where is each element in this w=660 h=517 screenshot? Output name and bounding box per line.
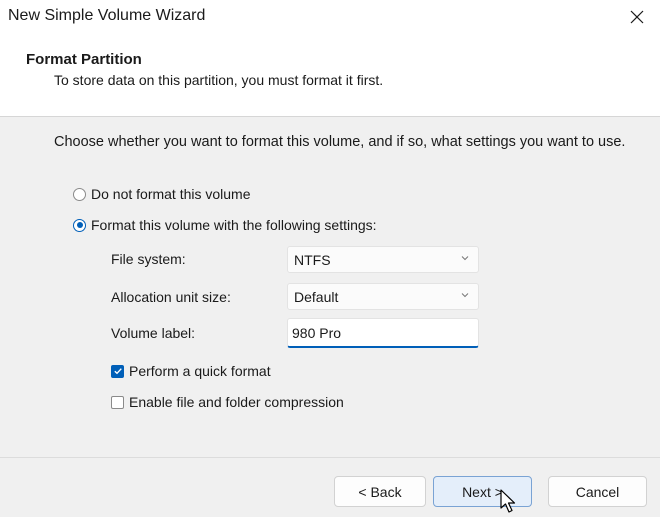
next-button[interactable]: Next >: [433, 476, 532, 507]
quick-format-checkbox-row[interactable]: Perform a quick format: [111, 363, 271, 379]
back-button[interactable]: < Back: [334, 476, 426, 507]
volume-label-label: Volume label:: [111, 325, 196, 341]
allocation-unit-value: Default: [294, 289, 339, 305]
radio-button-unchecked[interactable]: [73, 187, 86, 201]
file-system-value: NTFS: [294, 252, 331, 268]
wizard-footer: < Back Next > Cancel: [0, 457, 660, 517]
file-system-label: File system:: [111, 251, 186, 267]
wizard-header: Format Partition To store data on this p…: [0, 34, 660, 117]
chevron-down-icon: [461, 256, 469, 261]
radio-format-volume[interactable]: Format this volume with the following se…: [73, 217, 377, 233]
instruction-text: Choose whether you want to format this v…: [54, 134, 626, 150]
radio-button-checked[interactable]: [73, 218, 86, 232]
chevron-down-icon: [461, 293, 469, 298]
cancel-button[interactable]: Cancel: [548, 476, 647, 507]
wizard-body: Choose whether you want to format this v…: [0, 117, 660, 457]
file-system-dropdown[interactable]: NTFS: [287, 246, 479, 273]
quick-format-checkbox[interactable]: [111, 364, 124, 378]
allocation-unit-dropdown[interactable]: Default: [287, 283, 479, 310]
title-bar: New Simple Volume Wizard: [0, 0, 660, 34]
compression-checkbox-row[interactable]: Enable file and folder compression: [111, 394, 344, 410]
close-icon: [630, 10, 644, 24]
radio-label: Do not format this volume: [91, 186, 251, 202]
page-title: Format Partition: [26, 51, 142, 68]
volume-label-input[interactable]: [287, 318, 479, 348]
allocation-unit-label: Allocation unit size:: [111, 289, 231, 305]
radio-label: Format this volume with the following se…: [91, 217, 377, 233]
close-button[interactable]: [614, 0, 660, 34]
checkmark-icon: [113, 368, 122, 375]
compression-label: Enable file and folder compression: [129, 394, 344, 410]
window-title: New Simple Volume Wizard: [8, 7, 206, 24]
compression-checkbox[interactable]: [111, 395, 124, 409]
radio-do-not-format[interactable]: Do not format this volume: [73, 186, 251, 202]
wizard-window: New Simple Volume Wizard Format Partitio…: [0, 0, 660, 517]
quick-format-label: Perform a quick format: [129, 363, 271, 379]
page-subtitle: To store data on this partition, you mus…: [54, 72, 384, 88]
